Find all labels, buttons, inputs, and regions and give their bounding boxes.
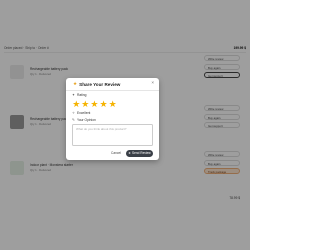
star-icon[interactable]: ★	[90, 100, 99, 109]
star-icon[interactable]: ★	[99, 100, 108, 109]
star-icon[interactable]: ★	[72, 100, 81, 109]
dialog-header: ★ Share Your Review ×	[66, 78, 159, 91]
review-dialog: ★ Share Your Review × ✦ Rating ★ ★ ★ ★ ★…	[66, 78, 159, 160]
send-review-label: Send Review	[131, 150, 151, 155]
rating-icon: ✦	[72, 93, 75, 97]
send-icon: ➤	[128, 150, 131, 155]
thumbs-icon: ✧	[72, 111, 75, 115]
star-icon: ★	[73, 80, 78, 86]
star-rating[interactable]: ★ ★ ★ ★ ★	[72, 100, 117, 109]
comment-icon: ✎	[72, 118, 75, 122]
rating-label: Rating	[76, 93, 87, 97]
dialog-title: Share Your Review	[79, 81, 121, 87]
star-icon[interactable]: ★	[108, 100, 117, 109]
star-icon[interactable]: ★	[81, 100, 90, 109]
rating-description: ✧ Excellent	[72, 111, 90, 115]
close-icon[interactable]: ×	[151, 80, 154, 86]
review-placeholder: What do you think about this product?	[76, 127, 127, 131]
review-label: Your Opinion	[76, 118, 96, 122]
cancel-button[interactable]: Cancel	[110, 150, 122, 156]
review-section-label: ✎ Your Opinion	[72, 118, 96, 122]
rating-section-label: ✦ Rating	[72, 93, 86, 97]
rating-text: Excellent	[76, 111, 91, 115]
review-textarea[interactable]: What do you think about this product?	[72, 124, 153, 146]
send-review-button[interactable]: ➤Send Review	[126, 149, 153, 157]
